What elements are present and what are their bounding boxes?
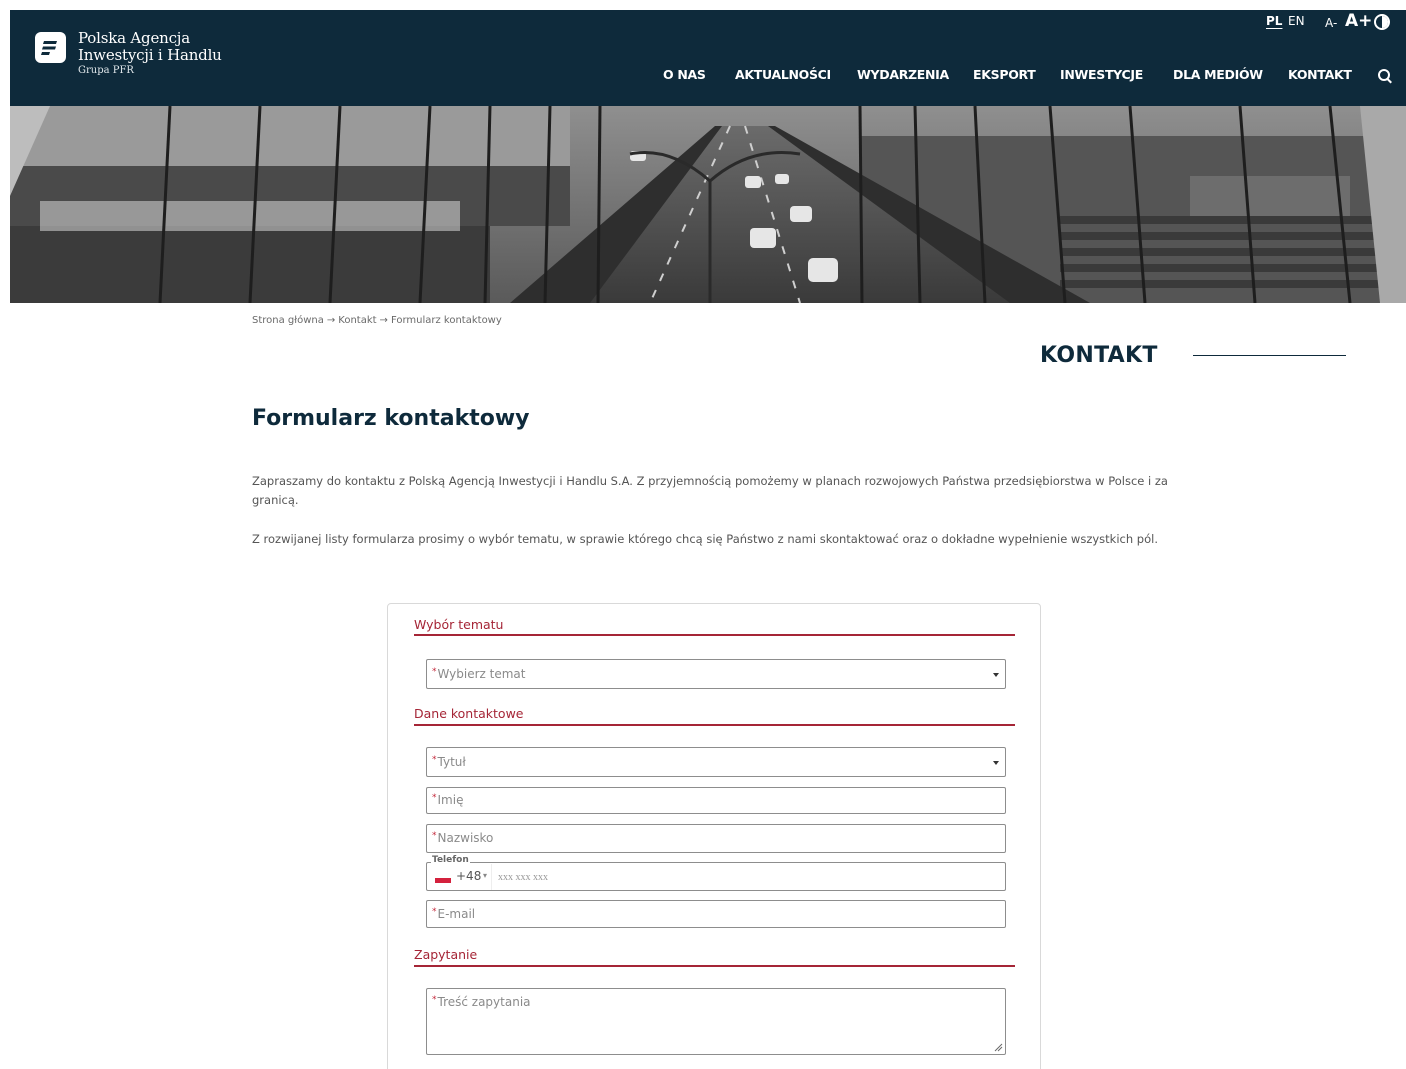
email-placeholder: *E-mail <box>432 907 475 921</box>
hero-image <box>10 106 1406 303</box>
logo-line2: Inwestycji i Handlu <box>78 46 222 64</box>
query-text: Treść zapytania <box>437 995 531 1009</box>
breadcrumb-kontakt-link[interactable]: Kontakt <box>338 315 376 326</box>
group-label-query: Zapytanie <box>414 947 478 962</box>
breadcrumb-current: Formularz kontaktowy <box>390 315 502 326</box>
page-title: Formularz kontaktowy <box>252 406 530 431</box>
intro-paragraph-2: Z rozwijanej listy formularza prosimy o … <box>252 532 1158 546</box>
last-name-text: Nazwisko <box>437 831 494 845</box>
query-textarea[interactable]: *Treść zapytania <box>426 988 1006 1055</box>
title-select-text: Tytuł <box>437 755 466 769</box>
required-mark: * <box>432 793 437 803</box>
caret-down-icon <box>993 673 999 677</box>
breadcrumb-separator: → <box>379 315 388 326</box>
group-label-contact: Dane kontaktowe <box>414 706 524 721</box>
required-mark: * <box>432 667 437 677</box>
group-divider <box>414 634 1015 636</box>
first-name-text: Imię <box>437 793 464 807</box>
breadcrumb-home-link[interactable]: Strona główna <box>252 315 324 326</box>
phone-input[interactable]: Telefon +48 ▾ xxx xxx xxx <box>426 855 1006 891</box>
required-mark: * <box>432 907 437 917</box>
page-frame: Polska Agencja Inwestycji i Handlu Grupa… <box>10 10 1406 1069</box>
first-name-input[interactable]: *Imię <box>426 787 1006 814</box>
search-icon[interactable] <box>1378 69 1390 81</box>
site-header: Polska Agencja Inwestycji i Handlu Grupa… <box>10 10 1406 106</box>
first-name-placeholder: *Imię <box>432 793 463 807</box>
phone-placeholder: xxx xxx xxx <box>498 872 548 883</box>
breadcrumb-separator: → <box>326 315 336 326</box>
section-title: KONTAKT <box>1040 343 1158 368</box>
group-divider <box>414 724 1015 726</box>
main-nav: O NAS AKTUALNOŚCI WYDARZENIA EKSPORT INW… <box>10 67 1406 87</box>
nav-item-wydarzenia[interactable]: WYDARZENIA <box>857 67 949 82</box>
title-select-placeholder: *Tytuł <box>432 755 466 769</box>
section-title-line <box>1193 355 1346 356</box>
last-name-input[interactable]: *Nazwisko <box>426 824 1006 853</box>
contact-form-card: Wybór tematu *Wybierz temat Dane kontakt… <box>387 603 1041 1069</box>
font-bigger-button[interactable]: A+ <box>1345 11 1372 31</box>
required-mark: * <box>432 831 437 841</box>
lang-pl-link[interactable]: PL <box>1266 14 1282 28</box>
required-mark: * <box>432 755 437 765</box>
dial-caret-icon: ▾ <box>483 871 488 880</box>
topic-select-text: Wybierz temat <box>437 667 526 681</box>
phone-legend: Telefon <box>431 855 470 865</box>
pfr-logo-icon <box>35 32 66 63</box>
hero-bridge-photo <box>10 106 1406 303</box>
nav-item-aktualnosci[interactable]: AKTUALNOŚCI <box>735 67 831 82</box>
lang-en-link[interactable]: EN <box>1288 14 1305 28</box>
font-smaller-button[interactable]: A- <box>1325 16 1337 30</box>
required-mark: * <box>432 995 437 1005</box>
phone-separator <box>491 864 492 890</box>
intro-paragraph-1: Zapraszamy do kontaktu z Polską Agencją … <box>252 474 1168 507</box>
nav-item-dla-mediow[interactable]: DLA MEDIÓW <box>1173 67 1263 82</box>
query-placeholder: *Treść zapytania <box>432 995 531 1009</box>
last-name-placeholder: *Nazwisko <box>432 831 493 845</box>
nav-item-o-nas[interactable]: O NAS <box>663 67 706 82</box>
nav-item-inwestycje[interactable]: INWESTYCJE <box>1060 67 1143 82</box>
phone-dial-code[interactable]: +48 <box>456 869 481 883</box>
group-label-topic: Wybór tematu <box>414 617 504 632</box>
breadcrumb: Strona główna → Kontakt → Formularz kontakto… <box>252 315 502 326</box>
group-divider <box>414 965 1015 967</box>
caret-down-icon <box>993 761 999 765</box>
topic-select[interactable]: *Wybierz temat <box>426 659 1006 689</box>
email-text: E-mail <box>437 907 476 921</box>
nav-item-kontakt[interactable]: KONTAKT <box>1288 67 1352 82</box>
resize-handle-icon[interactable] <box>994 1043 1003 1052</box>
contrast-toggle-icon[interactable] <box>1374 14 1390 30</box>
topic-select-placeholder: *Wybierz temat <box>432 667 525 681</box>
nav-item-eksport[interactable]: EKSPORT <box>973 67 1036 82</box>
title-select[interactable]: *Tytuł <box>426 747 1006 777</box>
logo-line1: Polska Agencja <box>78 29 190 47</box>
email-input[interactable]: *E-mail <box>426 900 1006 928</box>
poland-flag-icon[interactable] <box>435 873 451 883</box>
